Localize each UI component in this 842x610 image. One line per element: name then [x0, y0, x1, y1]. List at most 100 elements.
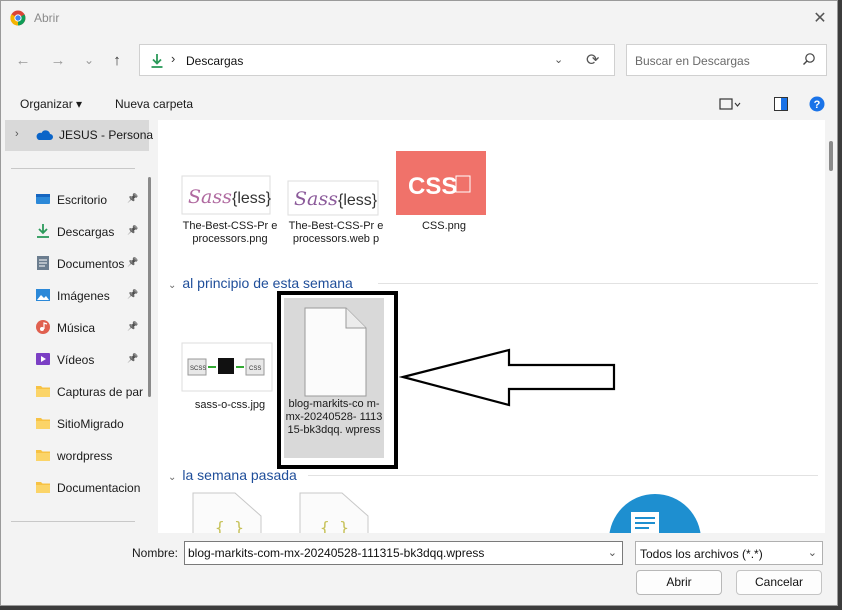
- pin-icon: 📌: [127, 353, 139, 363]
- sidebar-item-label: JESUS - Persona: [59, 128, 153, 142]
- file-name: sass-o-css.jpg: [194, 399, 266, 411]
- folder-icon: [36, 450, 50, 461]
- svg-text:?: ?: [814, 99, 821, 111]
- desktop-icon: [36, 194, 50, 204]
- open-file-dialog: Abrir ✕ ← → ⌄ ↑ › Descargas ⌄ ⟳ Organiz: [0, 0, 838, 606]
- sidebar-item-documentos[interactable]: Documentos 📌: [1, 249, 151, 279]
- sidebar-item-escritorio[interactable]: Escritorio 📌: [1, 185, 151, 215]
- filename-label: Nombre:: [132, 546, 179, 560]
- collapse-chevron-icon[interactable]: ⌄: [168, 280, 176, 291]
- window-title: Abrir: [34, 11, 60, 25]
- pin-icon: 📌: [127, 289, 139, 299]
- file-item[interactable]: SCSS CSS sass-o-css.jpg: [180, 338, 280, 418]
- open-button[interactable]: Abrir: [636, 570, 722, 595]
- sidebar-item-label: Descargas: [57, 225, 115, 239]
- sidebar-item-label: Música: [57, 321, 96, 335]
- sidebar-item-documentacion[interactable]: Documentacion: [1, 473, 151, 503]
- file-item[interactable]: CSS CSS.png: [394, 148, 494, 248]
- new-folder-button[interactable]: Nueva carpeta: [115, 97, 193, 111]
- up-arrow-icon[interactable]: ↑: [107, 50, 127, 70]
- file-list: Sass {less} The-Best-CSS-Pr eprocessors.…: [158, 120, 825, 533]
- code-file-icon: { }: [192, 492, 262, 533]
- organize-menu[interactable]: Organizar ▾: [20, 97, 82, 111]
- sidebar-item-descargas[interactable]: Descargas 📌: [1, 217, 151, 247]
- onedrive-cloud-icon: [36, 130, 53, 140]
- sidebar-item-musica[interactable]: Música 📌: [1, 313, 151, 343]
- documents-icon: [37, 256, 49, 270]
- breadcrumb[interactable]: Descargas: [186, 54, 243, 68]
- chevron-down-icon[interactable]: ⌄: [808, 546, 817, 559]
- preview-pane-icon[interactable]: [774, 97, 788, 111]
- sidebar-item-label: Imágenes: [57, 289, 110, 303]
- download-icon: [151, 54, 163, 68]
- sidebar-item-capturas[interactable]: Capturas de par: [1, 377, 151, 407]
- filename-combobox[interactable]: ⌄: [184, 541, 623, 565]
- sidebar-item-onedrive[interactable]: › JESUS - Persona: [5, 120, 153, 151]
- collapse-chevron-icon[interactable]: ⌄: [168, 472, 176, 483]
- pin-icon: 📌: [127, 225, 139, 235]
- pin-icon: 📌: [127, 193, 139, 203]
- title-bar: Abrir ✕: [1, 1, 837, 35]
- group-header[interactable]: ⌄ al principio de esta semana: [168, 275, 353, 291]
- back-arrow-icon[interactable]: ←: [13, 50, 33, 70]
- address-bar[interactable]: › Descargas ⌄ ⟳: [139, 44, 615, 76]
- sidebar-item-label: Documentos: [57, 257, 125, 271]
- sidebar-item-label: SitioMigrado: [57, 417, 124, 431]
- close-icon[interactable]: ✕: [809, 7, 831, 29]
- sidebar-item-label: Escritorio: [57, 193, 108, 207]
- navigation-bar: ← → ⌄ ↑ › Descargas ⌄ ⟳: [1, 41, 837, 81]
- filename-input[interactable]: [188, 545, 588, 561]
- chevron-down-icon[interactable]: ⌄: [608, 546, 617, 559]
- refresh-icon[interactable]: ⟳: [586, 50, 599, 70]
- svg-text:{ }: { }: [215, 518, 244, 533]
- file-item[interactable]: [609, 492, 709, 533]
- sidebar-item-wordpress[interactable]: wordpress: [1, 441, 151, 471]
- forward-arrow-icon[interactable]: →: [48, 50, 68, 70]
- dialog-footer: Nombre: ⌄ Todos los archivos (*.*) ⌄ Abr…: [1, 533, 837, 605]
- file-name: The-Best-CSS-Pr eprocessors.png: [182, 220, 278, 245]
- search-box[interactable]: [626, 44, 827, 76]
- pin-icon: 📌: [127, 257, 139, 267]
- chrome-icon: [10, 10, 26, 26]
- file-name: The-Best-CSS-Pr eprocessors.web p: [288, 220, 384, 245]
- image-thumbnail: Sass {less}: [181, 175, 272, 215]
- search-input[interactable]: [635, 52, 795, 70]
- pin-icon: 📌: [127, 321, 139, 331]
- group-header[interactable]: ⌄ la semana pasada: [168, 467, 297, 483]
- file-item[interactable]: { }: [298, 492, 398, 533]
- group-title: al principio de esta semana: [182, 275, 353, 291]
- sass-logo-text: Sass: [294, 188, 338, 210]
- content-scrollbar[interactable]: [829, 141, 833, 171]
- cancel-button[interactable]: Cancelar: [736, 570, 822, 595]
- help-icon[interactable]: ?: [809, 96, 825, 112]
- divider: [11, 168, 135, 169]
- file-type-value: Todos los archivos (*.*): [640, 547, 763, 561]
- code-file-icon: { }: [299, 492, 369, 533]
- sidebar-item-label: wordpress: [57, 449, 113, 463]
- recent-locations-icon[interactable]: ⌄: [79, 50, 99, 70]
- less-logo-text: {less}: [338, 192, 378, 209]
- sass-logo-text: Sass: [188, 186, 232, 208]
- file-type-select[interactable]: Todos los archivos (*.*) ⌄: [635, 541, 823, 565]
- folder-icon: [36, 418, 50, 429]
- annotation-arrow-icon: [399, 348, 616, 407]
- scss-label: SCSS: [190, 366, 206, 372]
- svg-text:{ }: { }: [320, 518, 349, 533]
- sidebar-item-label: Capturas de par: [57, 385, 144, 399]
- address-dropdown-icon[interactable]: ⌄: [554, 53, 563, 66]
- search-icon[interactable]: [802, 52, 816, 66]
- css-logo-text: CSS: [408, 173, 457, 200]
- less-logo-text: {less}: [232, 190, 272, 207]
- file-item[interactable]: Sass {less} The-Best-CSS-Pr eprocessors.…: [180, 148, 280, 268]
- sidebar-scrollbar[interactable]: [148, 177, 151, 397]
- view-options-icon[interactable]: [719, 98, 741, 112]
- file-item[interactable]: Sass {less} The-Best-CSS-Pr eprocessors.…: [286, 148, 386, 278]
- sidebar-item-videos[interactable]: Vídeos 📌: [1, 345, 151, 375]
- file-item[interactable]: { }: [191, 492, 291, 533]
- folder-icon: [36, 482, 50, 493]
- download-icon: [37, 224, 49, 238]
- expand-chevron-icon[interactable]: ›: [15, 128, 19, 140]
- sidebar-item-imagenes[interactable]: Imágenes 📌: [1, 281, 151, 311]
- sidebar-item-sitiomigrado[interactable]: SitioMigrado: [1, 409, 151, 439]
- sidebar-item-label: Documentacion: [57, 481, 141, 495]
